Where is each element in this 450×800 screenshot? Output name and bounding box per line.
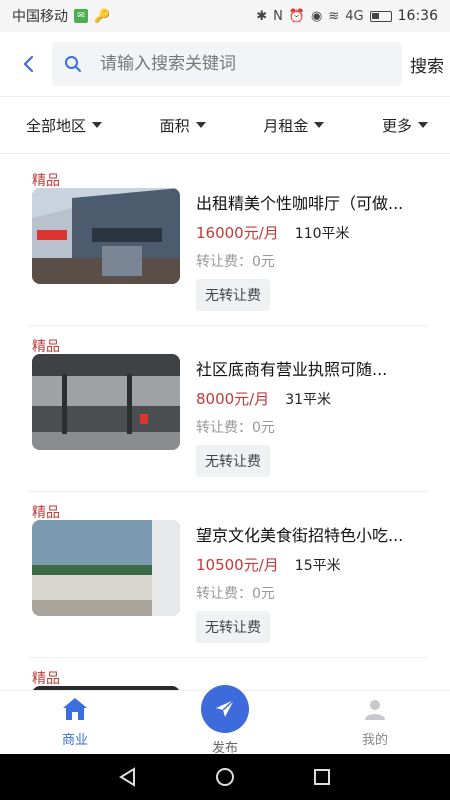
listing-photo [32,354,180,450]
floor-area: 15平米 [294,558,341,574]
listing-title: 出租精美个性咖啡厅（可做... [196,194,404,212]
message-icon: ✉ [74,9,88,23]
premium-badge: 精品 [32,339,60,355]
filter-label: 面积 [159,116,190,135]
search-button[interactable]: 搜索 [410,52,444,77]
listing-photo [32,520,180,616]
price-row: 16000元/月 110平米 [196,222,432,243]
filter-region[interactable]: 全部地区 [26,115,103,136]
user-icon [365,700,385,720]
bottom-nav: 商业 发布 我的 [0,685,450,756]
key-icon: 🔑 [94,8,111,24]
caret-down-icon [314,122,325,128]
search-header: 搜索 [0,32,450,96]
listing-info: 社区底商有营业执照可随... 8000元/月 31平米 转让费：0元 无转让费 [196,356,432,477]
send-icon [216,699,235,717]
listing-title: 望京文化美食街招特色小吃... [196,526,404,544]
price-row: 10500元/月 15平米 [196,554,432,575]
monthly-rent: 10500元/月 [196,556,279,574]
filter-label: 全部地区 [26,116,87,135]
caret-down-icon [195,122,206,128]
monthly-rent: 16000元/月 [196,224,279,242]
listing-card[interactable]: 精品 望京文化美食街招特色小吃... 10500元/月 15平米 转让费：0元 … [28,492,428,658]
carrier-label: 中国移动 [12,9,68,25]
nfc-icon: N [273,8,283,24]
alarm-icon: ⏰ [288,8,306,24]
chevron-left-icon [23,55,34,73]
publish-button[interactable] [201,685,249,733]
listing-card[interactable]: 精品 出租精美个性咖啡厅（可做... 16000元/月 110平米 转让费：0元… [28,160,428,326]
transfer-fee: 转让费：0元 [196,254,275,270]
wifi-icon: ≋ [328,8,340,24]
status-left: 中国移动 ✉ 🔑 [12,6,110,26]
no-transfer-fee-tag: 无转让费 [196,445,270,477]
bluetooth-icon: ✱ [256,8,268,24]
caret-down-icon [417,122,428,128]
listing-card[interactable]: 精品 社区底商有营业执照可随... 8000元/月 31平米 转让费：0元 无转… [28,326,428,492]
search-input[interactable] [100,54,360,74]
no-transfer-fee-tag: 无转让费 [196,279,270,311]
back-button[interactable] [8,44,48,84]
filter-area[interactable]: 面积 [160,115,206,136]
back-triangle-icon[interactable] [118,767,138,787]
filter-bar: 全部地区 面积 月租金 更多 [0,96,450,154]
floor-area: 110平米 [294,226,350,242]
system-nav-bar [0,754,450,800]
home-icon [63,698,87,720]
premium-badge: 精品 [32,173,60,189]
transfer-fee: 转让费：0元 [196,586,275,602]
search-box[interactable] [52,42,402,86]
nav-mine[interactable]: 我的 [335,697,415,748]
monthly-rent: 8000元/月 [196,390,270,408]
listing-list: 精品 出租精美个性咖啡厅（可做... 16000元/月 110平米 转让费：0元… [0,160,450,690]
status-bar: 中国移动 ✉ 🔑 ✱ N ⏰ ◉ ≋ 4G 16:36 [0,0,450,32]
filter-more[interactable]: 更多 [382,115,428,136]
listing-info: 望京文化美食街招特色小吃... 10500元/月 15平米 转让费：0元 无转让… [196,522,432,643]
home-circle-icon[interactable] [215,767,235,787]
price-row: 8000元/月 31平米 [196,388,432,409]
premium-badge: 精品 [32,671,60,687]
no-transfer-fee-tag: 无转让费 [196,611,270,643]
filter-label: 更多 [381,116,412,135]
listing-info: 出租精美个性咖啡厅（可做... 16000元/月 110平米 转让费：0元 无转… [196,190,432,311]
transfer-fee: 转让费：0元 [196,420,275,436]
filter-label: 月租金 [263,116,309,135]
clock: 16:36 [397,8,438,24]
listing-photo [32,188,180,284]
floor-area: 31平米 [285,392,332,408]
filter-rent[interactable]: 月租金 [263,115,325,136]
status-right: ✱ N ⏰ ◉ ≋ 4G 16:36 [256,8,438,24]
search-icon [65,56,81,72]
nav-label: 我的 [361,733,388,748]
nav-business[interactable]: 商业 [35,697,115,748]
nav-label: 商业 [61,733,88,748]
caret-down-icon [92,122,103,128]
listing-title: 社区底商有营业执照可随... [196,360,388,378]
recents-square-icon[interactable] [312,767,332,787]
premium-badge: 精品 [32,505,60,521]
signal-icon: 4G [345,8,364,24]
eye-icon: ◉ [311,8,323,24]
battery-icon [369,10,392,22]
